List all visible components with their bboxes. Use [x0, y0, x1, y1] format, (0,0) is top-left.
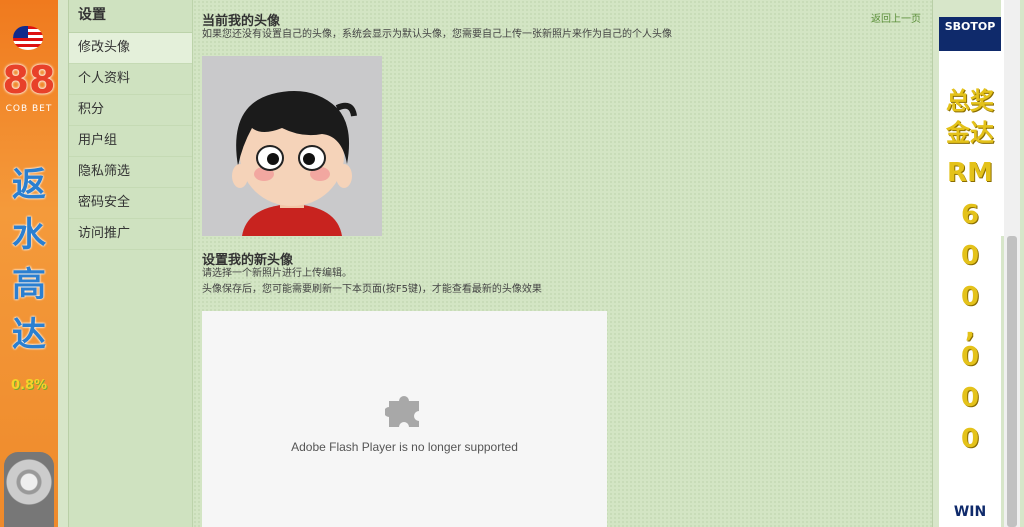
ad-text-2: 金达: [946, 119, 994, 147]
avatar-settings-content: 当前我的头像 返回上一页 如果您还没有设置自己的头像，系统会显示为默认头像，您需…: [202, 0, 922, 527]
ad-vertical-text: 返 水 高 达: [0, 160, 58, 360]
new-avatar-note-2: 头像保存后，您可能需要刷新一下本页面(按F5键)，才能查看最新的头像效果: [202, 284, 542, 295]
sidebar-item-profile[interactable]: 个人资料: [69, 64, 192, 95]
ad-amount-comma: ,: [965, 314, 975, 344]
default-avatar-icon: [202, 56, 382, 236]
ad-char: 返: [12, 165, 46, 205]
current-avatar-note: 如果您还没有设置自己的头像，系统会显示为默认头像，您需要自己上传一张新照片来作为…: [202, 29, 672, 40]
ad-logo: 88: [2, 58, 56, 102]
slot-machine-icon: [4, 452, 54, 527]
sidebar-item-promotion[interactable]: 访问推广: [69, 219, 192, 250]
ad-logo-sub: COB BET: [5, 104, 53, 114]
ad-brand: SBOTOP: [939, 17, 1001, 51]
settings-sidebar: 设置 修改头像 个人资料 积分 用户组 隐私筛选 密码安全 访问推广: [69, 0, 193, 527]
sidebar-item-privacy[interactable]: 隐私筛选: [69, 157, 192, 188]
malaysia-flag-icon: [13, 26, 43, 50]
flash-upload-area[interactable]: Adobe Flash Player is no longer supporte…: [202, 311, 607, 527]
sidebar-item-password[interactable]: 密码安全: [69, 188, 192, 219]
ad-amount-digit: 0: [960, 282, 980, 312]
sidebar-item-usergroup[interactable]: 用户组: [69, 126, 192, 157]
ad-amount-digit: 0: [960, 424, 980, 454]
scrollbar-thumb[interactable]: [1007, 236, 1017, 527]
current-avatar-image: [202, 56, 382, 236]
settings-frame: 设置 修改头像 个人资料 积分 用户组 隐私筛选 密码安全 访问推广 当前我的头…: [68, 0, 933, 527]
ad-char: 达: [12, 315, 46, 355]
right-advertisement[interactable]: SBOTOP 总奖 金达 RM 6 0 0 , 0 0 0 WIN: [939, 17, 1001, 527]
vertical-scrollbar[interactable]: [1004, 0, 1020, 527]
ad-amount-digit: 6: [960, 200, 980, 230]
ad-amount-digit: 0: [960, 241, 980, 271]
ad-amount-digit: 0: [960, 383, 980, 413]
sidebar-item-avatar[interactable]: 修改头像: [69, 33, 192, 64]
sidebar-item-credits[interactable]: 积分: [69, 95, 192, 126]
ad-text-1: 总奖: [946, 87, 994, 115]
flash-unsupported-message: Adobe Flash Player is no longer supporte…: [291, 440, 518, 454]
ad-char: 水: [12, 215, 46, 255]
ad-amount-rm: RM: [947, 158, 993, 188]
sidebar-title: 设置: [69, 0, 192, 33]
ad-percent: 0.8%: [10, 378, 48, 393]
ad-win-text: WIN: [953, 504, 987, 520]
ad-char: 高: [12, 265, 46, 305]
plugin-puzzle-icon: [385, 396, 419, 427]
new-avatar-note-1: 请选择一个新照片进行上传编辑。: [202, 268, 352, 279]
ad-amount-digit: 0: [960, 342, 980, 372]
left-advertisement[interactable]: 88 COB BET 返 水 高 达 0.8%: [0, 0, 58, 527]
back-link[interactable]: 返回上一页: [871, 10, 921, 25]
